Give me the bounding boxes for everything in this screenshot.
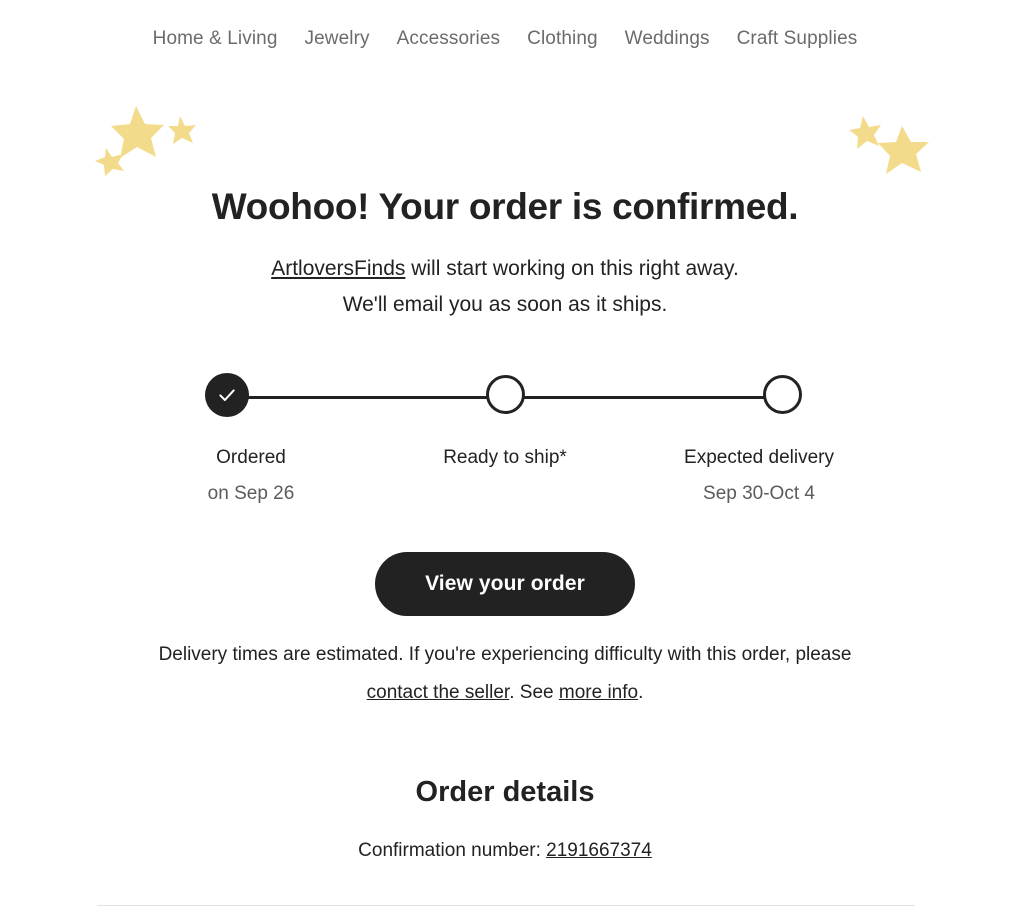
disclaimer-end: . xyxy=(638,682,644,703)
hero-subline-rest: will start working on this right away. xyxy=(405,257,739,280)
step-label-expected-delivery: Expected delivery xyxy=(684,447,834,468)
step-caption-ready-to-ship xyxy=(378,471,632,481)
tracker-node-expected-delivery xyxy=(763,375,802,414)
nav-item-craft-supplies[interactable]: Craft Supplies xyxy=(737,28,858,50)
hero-subline: ArtloversFinds will start working on thi… xyxy=(0,229,1010,323)
tracker-node-ready-to-ship xyxy=(486,375,525,414)
view-your-order-button[interactable]: View your order xyxy=(375,552,635,616)
cta-section: View your order xyxy=(0,507,1010,616)
step-label-ordered: Ordered xyxy=(216,447,286,468)
step-caption-expected-delivery: Sep 30-Oct 4 xyxy=(703,483,815,504)
confirmation-number-link[interactable]: 2191667374 xyxy=(546,840,652,861)
category-navigation: Home & Living Jewelry Accessories Clothi… xyxy=(0,0,1010,78)
star-cluster-right-icon xyxy=(845,112,935,177)
step-caption-ordered: on Sep 26 xyxy=(207,483,295,504)
contact-the-seller-link[interactable]: contact the seller xyxy=(367,682,510,703)
tracker-labels: Ordered on Sep 26 Ready to ship* Expecte… xyxy=(124,419,886,507)
step-label-ready-to-ship: Ready to ship* xyxy=(443,447,567,468)
nav-item-weddings[interactable]: Weddings xyxy=(625,28,710,50)
order-details-section: Order details Confirmation number: 21916… xyxy=(0,712,1010,864)
tracker-step-expected-delivery: Expected delivery Sep 30-Oct 4 xyxy=(632,445,886,507)
nav-item-home-living[interactable]: Home & Living xyxy=(153,28,278,50)
disclaimer-middle: . See xyxy=(509,682,559,703)
nav-item-clothing[interactable]: Clothing xyxy=(527,28,598,50)
order-details-title: Order details xyxy=(415,776,595,808)
section-divider xyxy=(97,905,915,906)
tracker-step-ordered: Ordered on Sep 26 xyxy=(124,445,378,507)
disclaimer-line1: Delivery times are estimated. If you're … xyxy=(158,644,852,665)
delivery-disclaimer: Delivery times are estimated. If you're … xyxy=(0,616,1010,712)
star-cluster-left-icon xyxy=(88,100,208,180)
tracker-step-ready-to-ship: Ready to ship* xyxy=(378,445,632,507)
more-info-link[interactable]: more info xyxy=(559,682,638,703)
checkmark-icon xyxy=(219,389,235,401)
order-progress-tracker xyxy=(205,323,805,419)
tracker-node-ordered xyxy=(205,373,249,417)
confirmation-number-row: Confirmation number: 2191667374 xyxy=(0,810,1010,864)
confirmation-number-label: Confirmation number: xyxy=(358,840,547,861)
shop-name-link[interactable]: ArtloversFinds xyxy=(271,257,405,280)
nav-item-jewelry[interactable]: Jewelry xyxy=(305,28,370,50)
hero-subline-second: We'll email you as soon as it ships. xyxy=(342,293,668,316)
nav-item-accessories[interactable]: Accessories xyxy=(397,28,501,50)
